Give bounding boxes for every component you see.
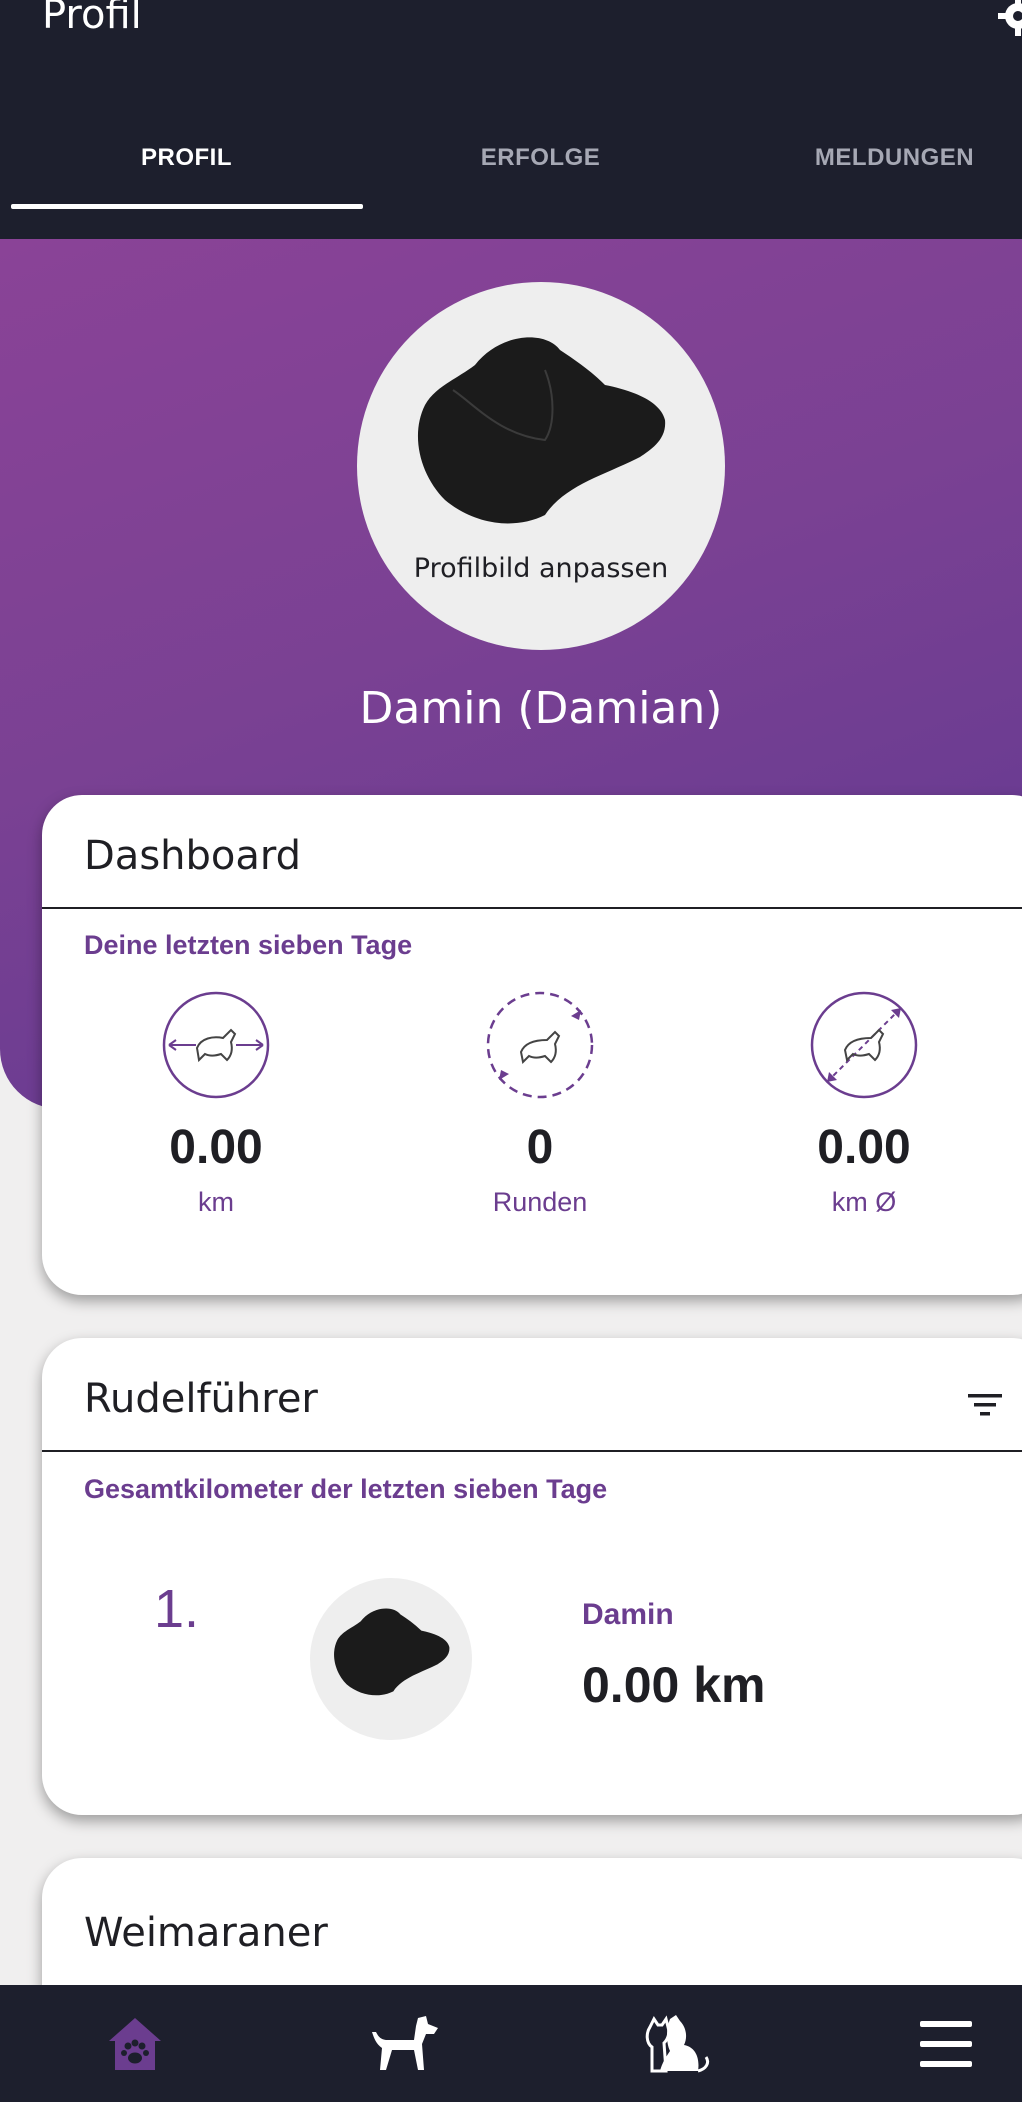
tab-meldungen[interactable]: MELDUNGEN xyxy=(718,144,1022,172)
menu-icon xyxy=(919,2020,972,2067)
leaderboard-title: Rudelführer xyxy=(84,1376,318,1422)
dog-distance-icon xyxy=(162,991,270,1099)
leader-rank: 1. xyxy=(154,1579,200,1639)
tab-profil[interactable]: PROFIL xyxy=(10,144,363,172)
settings-gear-icon[interactable] xyxy=(998,0,1022,36)
dog-head-icon xyxy=(334,1608,450,1696)
stat-distance: 0.00 km xyxy=(116,990,316,1218)
page-title: Profil xyxy=(42,0,142,38)
active-tab-indicator xyxy=(11,204,363,209)
avatar-edit-label[interactable]: Profilbild anpassen xyxy=(357,553,725,584)
dog-average-icon xyxy=(810,991,918,1099)
tab-erfolge[interactable]: ERFOLGE xyxy=(364,144,717,172)
stat-average: 0.00 km Ø xyxy=(764,990,964,1218)
nav-dog-cat-button[interactable] xyxy=(548,1985,803,2102)
user-name: Damin (Damian) xyxy=(359,683,723,734)
stat-rounds-label: Runden xyxy=(492,1187,588,1217)
dashboard-card: Dashboard Deine letzten sieben Tage 0.00… xyxy=(42,795,1022,1295)
leaderboard-card-header: Rudelführer xyxy=(42,1338,1022,1452)
leaderboard-card: Rudelführer Gesamtkilometer der letzten … xyxy=(42,1338,1022,1815)
home-paw-icon xyxy=(108,2017,161,2070)
bottom-navigation xyxy=(0,1985,1022,2102)
app-bar: Profil PROFIL ERFOLGE MELDUNGEN xyxy=(0,0,1022,239)
stat-distance-label: km xyxy=(198,1187,234,1217)
dog-icon xyxy=(371,2015,438,2070)
stat-rounds-value: 0 xyxy=(526,1121,554,1174)
breed-title: Weimaraner xyxy=(84,1910,328,1956)
dog-head-icon xyxy=(417,337,666,524)
dashboard-card-header: Dashboard xyxy=(42,795,1022,909)
nav-menu-button[interactable] xyxy=(818,1985,1022,2102)
stat-average-label: km Ø xyxy=(831,1187,897,1217)
dog-cat-icon xyxy=(645,2014,709,2072)
leader-name: Damin xyxy=(582,1598,674,1631)
stat-rounds: 0 Runden xyxy=(440,990,640,1218)
dog-rounds-icon xyxy=(486,991,594,1099)
filter-icon[interactable] xyxy=(966,1390,1004,1420)
dashboard-title: Dashboard xyxy=(84,833,302,879)
leaderboard-subtitle: Gesamtkilometer der letzten sieben Tage xyxy=(84,1474,608,1504)
nav-dog-button[interactable] xyxy=(278,1985,533,2102)
stat-distance-value: 0.00 xyxy=(169,1121,263,1174)
leader-km: 0.00 km xyxy=(582,1657,766,1713)
dashboard-subtitle: Deine letzten sieben Tage xyxy=(84,930,413,960)
tab-bar: PROFIL ERFOLGE MELDUNGEN xyxy=(0,120,1022,239)
stat-average-value: 0.00 xyxy=(817,1121,911,1174)
nav-home-button[interactable] xyxy=(7,1985,262,2102)
